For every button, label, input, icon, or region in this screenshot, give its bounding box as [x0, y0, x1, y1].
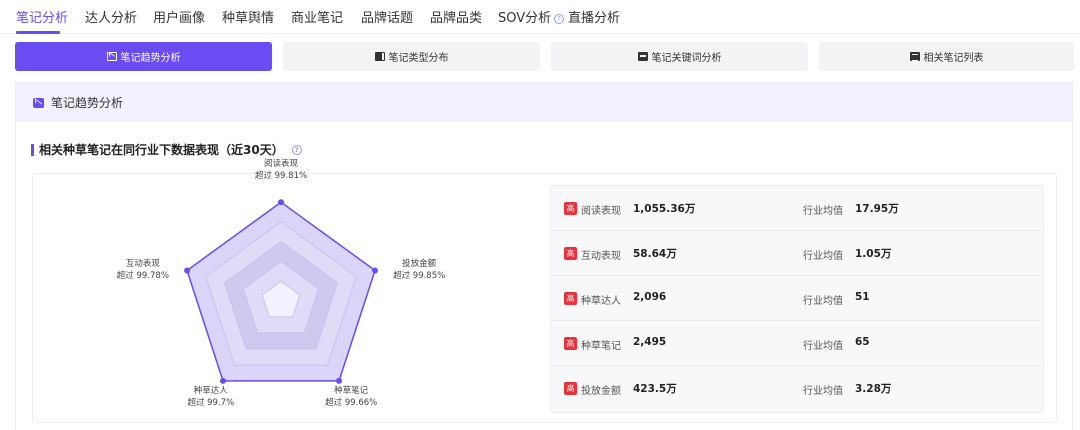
help-icon[interactable]: ?	[291, 144, 302, 155]
tab-note-analysis[interactable]: 笔记分析	[16, 7, 68, 26]
section-bar	[31, 143, 34, 156]
radar-axis-name: 互动表现	[125, 259, 160, 270]
radar-axis-value: 超过 99.78%	[116, 271, 169, 282]
radar-chart	[184, 199, 379, 384]
industry-avg-label: 行业均值	[803, 296, 843, 307]
panel-header: 笔记趋势分析	[16, 83, 1072, 122]
radar-point[interactable]	[219, 377, 226, 384]
high-badge: 高	[564, 247, 577, 260]
radar-axis-name: 阅读表现	[263, 159, 298, 169]
radar-axis-label: 种草达人 超过 99.7%	[187, 385, 234, 409]
metric-row: 高 种草笔记 2,495 行业均值 65	[551, 321, 1043, 366]
radar-axis-value: 超过 99.7%	[187, 398, 235, 409]
metric-value: 2,495	[633, 336, 667, 348]
industry-avg-value: 51	[855, 291, 870, 303]
industry-avg-label: 行业均值	[803, 341, 843, 352]
metric-row: 高 互动表现 58.64万 行业均值 1.05万	[551, 231, 1043, 276]
tab-sov-analysis[interactable]: SOV分析?	[498, 7, 565, 26]
metric-value: 1,055.36万	[633, 203, 696, 215]
list-icon	[909, 52, 920, 61]
radar-axis-name: 种草达人	[193, 386, 228, 397]
subtab-label: 相关笔记列表	[923, 53, 984, 64]
high-badge: 高	[564, 382, 577, 395]
subtab-note-list[interactable]: 相关笔记列表	[819, 42, 1074, 71]
tab-live-analysis[interactable]: 直播分析	[568, 7, 620, 26]
top-nav: 笔记分析 达人分析 用户画像 种草舆情 商业笔记 品牌话题 品牌品类 SOV分析…	[0, 0, 1080, 34]
radar-axis-value: 超过 99.85%	[393, 271, 446, 282]
tab-brand-topics[interactable]: 品牌话题	[361, 7, 413, 26]
high-badge: 高	[564, 337, 577, 350]
subtab-label: 笔记关键词分析	[651, 53, 722, 64]
radar-point[interactable]	[335, 377, 342, 384]
high-badge: 高	[564, 292, 577, 305]
industry-avg-value: 1.05万	[855, 248, 892, 260]
metric-value: 423.5万	[633, 383, 677, 395]
radar-axis-label: 互动表现 超过 99.78%	[117, 258, 169, 282]
metrics-panel: 高 阅读表现 1,055.36万 行业均值 17.95万 高 互动表现 58.6…	[550, 185, 1044, 413]
subtab-note-keywords[interactable]: 笔记关键词分析	[551, 42, 808, 71]
metric-value: 2,096	[633, 291, 667, 303]
chart-trend-icon	[33, 97, 44, 108]
active-tab-underline	[16, 31, 60, 34]
high-badge: 高	[564, 202, 577, 215]
radar-axis-value: 超过 99.81%	[254, 171, 308, 181]
metric-name: 阅读表现	[581, 206, 621, 217]
subtab-note-type[interactable]: 笔记类型分布	[283, 42, 540, 71]
help-icon[interactable]: ?	[554, 13, 565, 24]
radar-axis-label: 投放金额 超过 99.85%	[393, 258, 445, 282]
metric-row: 高 种草达人 2,096 行业均值 51	[551, 276, 1043, 321]
tab-influencer-analysis[interactable]: 达人分析	[85, 7, 137, 26]
industry-avg-value: 17.95万	[855, 203, 899, 215]
radar-series-area	[186, 201, 376, 382]
radar-axis-label: 阅读表现超过 99.81%	[255, 158, 307, 182]
industry-avg-value: 3.28万	[855, 383, 892, 395]
radar-point[interactable]	[278, 199, 284, 206]
radar-axis-name: 投放金额	[402, 259, 437, 270]
industry-avg-label: 行业均值	[803, 251, 843, 262]
metric-row: 高 投放金额 423.5万 行业均值 3.28万	[551, 366, 1043, 411]
subtab-note-trend[interactable]: 笔记趋势分析	[15, 42, 272, 71]
subtab-label: 笔记类型分布	[388, 53, 449, 64]
radar-point[interactable]	[184, 267, 191, 274]
metric-name: 种草达人	[581, 296, 621, 307]
message-icon	[637, 52, 648, 61]
tab-brand-category[interactable]: 品牌品类	[430, 7, 482, 26]
industry-avg-value: 65	[855, 336, 870, 348]
book-icon	[374, 52, 385, 61]
radar-point[interactable]	[372, 267, 379, 274]
section-title-text: 相关种草笔记在同行业下数据表现（近30天）	[39, 143, 284, 157]
metric-value: 58.64万	[633, 248, 677, 260]
metric-row: 高 阅读表现 1,055.36万 行业均值 17.95万	[551, 186, 1043, 231]
radar-axis-name: 种草笔记	[334, 386, 369, 397]
tab-business-notes[interactable]: 商业笔记	[291, 7, 343, 26]
industry-avg-label: 行业均值	[803, 206, 843, 217]
subtab-label: 笔记趋势分析	[120, 53, 181, 64]
metric-name: 互动表现	[581, 251, 621, 262]
section-title: 相关种草笔记在同行业下数据表现（近30天） ?	[31, 141, 302, 158]
industry-avg-label: 行业均值	[803, 386, 843, 397]
metric-name: 种草笔记	[581, 341, 621, 352]
chart-trend-icon	[106, 52, 117, 61]
radar-axis-label: 种草笔记 超过 99.66%	[325, 385, 377, 409]
radar-axis-value: 超过 99.66%	[325, 398, 378, 409]
metric-name: 投放金额	[581, 386, 621, 397]
panel-title: 笔记趋势分析	[51, 96, 124, 110]
tab-user-profile[interactable]: 用户画像	[153, 7, 205, 26]
tab-seeding-sentiment[interactable]: 种草舆情	[222, 7, 274, 26]
tab-sov-label: SOV分析	[498, 11, 552, 26]
